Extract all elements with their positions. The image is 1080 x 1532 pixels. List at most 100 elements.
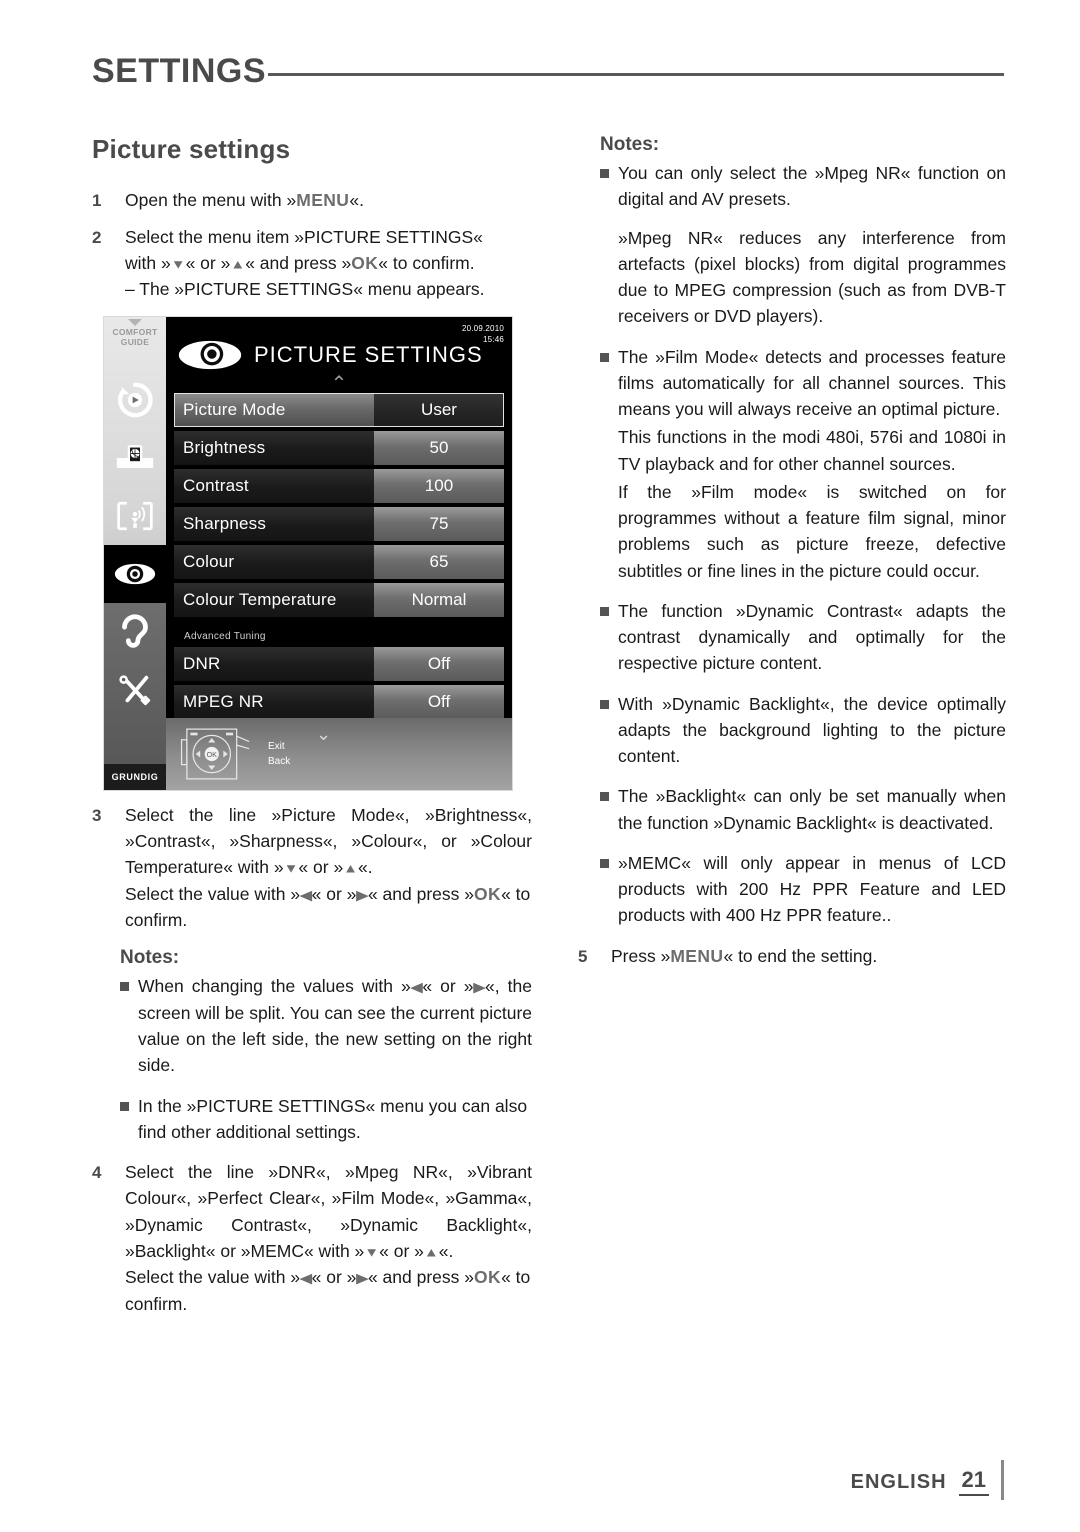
notes-heading-left: Notes: bbox=[120, 947, 180, 969]
menu-row-label: Brightness bbox=[174, 430, 374, 465]
menu-row-label: Colour Temperature bbox=[174, 582, 374, 617]
tv-menu-panel: 20.09.2010 15:46 PICTURE SETTINGS ⌃ Pict… bbox=[166, 316, 512, 790]
menu-row-value: 75 bbox=[374, 506, 504, 541]
section-title: Picture settings bbox=[92, 134, 291, 164]
note-text: »MEMC« will only appear in menus of LCD … bbox=[618, 850, 1006, 929]
left-column: Picture settings 1 Open the menu with »M… bbox=[92, 134, 532, 1327]
bullet-square-icon bbox=[600, 691, 618, 770]
note-text: With »Dynamic Backlight«, the device opt… bbox=[618, 691, 1006, 770]
note-text: The »Backlight« can only be set manually… bbox=[618, 783, 1006, 836]
menu-row-value: User bbox=[374, 392, 504, 427]
tv-footer-labels: Exit Back bbox=[268, 739, 290, 769]
step4-l2a: Select the value with » bbox=[125, 1267, 301, 1288]
menu-row-colour-temperature[interactable]: Colour Temperature Normal bbox=[174, 582, 504, 617]
menu-key-label: MENU bbox=[296, 190, 350, 210]
arrow-left-icon: ◀ bbox=[300, 1271, 312, 1287]
step3-line2: Select the value with »◀« or »▶« and pre… bbox=[125, 881, 532, 934]
rnote2-p3: If the »Film mode« is switched on for pr… bbox=[618, 481, 1006, 581]
rnote3-p1: The function »Dynamic Contrast« adapts t… bbox=[618, 600, 1006, 674]
bullet-square-icon bbox=[120, 973, 138, 1078]
exit-label: Exit bbox=[268, 740, 285, 752]
menu-row-sharpness[interactable]: Sharpness 75 bbox=[174, 506, 504, 541]
tv-menu-title: PICTURE SETTINGS bbox=[254, 341, 483, 367]
step2-l2b: « or » bbox=[185, 252, 231, 273]
step4-l1c: «. bbox=[438, 1240, 454, 1261]
menu-row-label: MPEG NR bbox=[174, 684, 374, 719]
rnote1-p2: »Mpeg NR« reduces any interference from … bbox=[618, 227, 1006, 327]
comfort-line-2: GUIDE bbox=[120, 336, 150, 347]
menu-row-dnr[interactable]: DNR Off bbox=[174, 646, 504, 681]
note-text: The »Film Mode« detects and processes fe… bbox=[618, 344, 1006, 584]
step-text: Select the menu item »PICTURE SETTINGS« … bbox=[125, 224, 532, 303]
page-title: SETTINGS bbox=[92, 52, 267, 90]
note1-b: « or » bbox=[422, 976, 474, 997]
note2-text: In the »PICTURE SETTINGS« menu you can a… bbox=[138, 1095, 528, 1142]
rnote5-p1: The »Backlight« can only be set manually… bbox=[618, 786, 1006, 833]
right-column: Notes: You can only select the »Mpeg NR«… bbox=[578, 134, 1006, 979]
arrow-up-icon: ▲ bbox=[343, 861, 359, 876]
arrow-right-icon: ▶ bbox=[356, 887, 368, 903]
back-label: Back bbox=[268, 755, 291, 767]
step4-l1b: « or » bbox=[379, 1240, 424, 1261]
menu-row-value: Off bbox=[374, 684, 504, 719]
menu-row-mpeg-nr[interactable]: MPEG NR Off bbox=[174, 684, 504, 719]
tv-date: 20.09.2010 bbox=[461, 323, 504, 333]
note-item: When changing the values with »◀« or »▶«… bbox=[92, 973, 532, 1078]
menu-row-label: Colour bbox=[174, 544, 374, 579]
tools-settings-icon[interactable] bbox=[104, 661, 166, 719]
menu-row-value: 100 bbox=[374, 468, 504, 503]
grundig-logo: GRUNDIG bbox=[104, 763, 166, 790]
ok-key-label: OK bbox=[474, 1267, 502, 1288]
media-playback-icon[interactable] bbox=[104, 371, 166, 429]
page-number: 21 bbox=[958, 1467, 989, 1496]
step-text: Press »MENU« to end the setting. bbox=[611, 943, 1006, 970]
note-text: In the »PICTURE SETTINGS« menu you can a… bbox=[138, 1093, 532, 1146]
picture-eye-icon[interactable] bbox=[104, 544, 166, 603]
step-5: 5 Press »MENU« to end the setting. bbox=[578, 943, 1006, 970]
arrow-left-icon: ◀ bbox=[410, 980, 423, 996]
note1-text: When changing the values with »◀« or »▶«… bbox=[138, 973, 532, 1078]
step4-line2: Select the value with »◀« or »▶« and pre… bbox=[125, 1264, 532, 1317]
menu-row-value: 50 bbox=[374, 430, 504, 465]
step5-text-b: « to end the setting. bbox=[723, 945, 878, 966]
tv-menu-screenshot: COMFORT GUIDE GRUNDIG 20.09.2010 15:46 P… bbox=[104, 316, 512, 790]
network-streaming-icon[interactable] bbox=[104, 487, 166, 545]
tv-menu-footer: OK Exit Back ⌄ bbox=[166, 717, 512, 790]
step-text: Select the line »DNR«, »Mpeg NR«, »Vibra… bbox=[125, 1159, 532, 1317]
menu-row-picture-mode[interactable]: Picture Mode User bbox=[174, 392, 504, 427]
note-item: The function »Dynamic Contrast« adapts t… bbox=[578, 598, 1006, 677]
scroll-down-icon[interactable]: ⌄ bbox=[316, 724, 331, 745]
note-item: You can only select the »Mpeg NR« functi… bbox=[578, 160, 1006, 330]
notes-heading-right: Notes: bbox=[600, 134, 660, 155]
menu-row-brightness[interactable]: Brightness 50 bbox=[174, 430, 504, 465]
sound-ear-icon[interactable] bbox=[104, 603, 166, 661]
menu-row-value: Normal bbox=[374, 582, 504, 617]
step3-l1c: «. bbox=[358, 857, 373, 877]
header-divider bbox=[268, 73, 1004, 76]
arrow-right-icon: ▶ bbox=[356, 1271, 368, 1287]
step2-l2a: with » bbox=[125, 252, 171, 273]
scroll-up-icon[interactable]: ⌃ bbox=[166, 374, 512, 394]
arrow-up-icon: ▲ bbox=[230, 257, 246, 272]
svg-text:OK: OK bbox=[207, 751, 218, 759]
step4-l2c: « and press » bbox=[367, 1267, 474, 1288]
step-4: 4 Select the line »DNR«, »Mpeg NR«, »Vib… bbox=[92, 1159, 532, 1317]
tv-sidebar: COMFORT GUIDE GRUNDIG bbox=[104, 316, 166, 790]
note-text: The function »Dynamic Contrast« adapts t… bbox=[618, 598, 1006, 677]
step-number: 5 bbox=[578, 946, 588, 966]
menu-row-colour[interactable]: Colour 65 bbox=[174, 544, 504, 579]
step2-l2d: « to confirm. bbox=[378, 252, 475, 273]
bullet-square-icon bbox=[600, 598, 618, 677]
step-3: 3 Select the line »Picture Mode«, »Brigh… bbox=[92, 802, 532, 934]
menu-row-contrast[interactable]: Contrast 100 bbox=[174, 468, 504, 503]
rnote2-p1: The »Film Mode« detects and processes fe… bbox=[618, 346, 1006, 420]
tv-source-icon[interactable] bbox=[104, 429, 166, 487]
note-item: In the »PICTURE SETTINGS« menu you can a… bbox=[92, 1093, 532, 1146]
tv-sidebar-lower bbox=[104, 602, 166, 790]
step2-l2c: « and press » bbox=[245, 252, 352, 273]
step3-l2c: « and press » bbox=[367, 883, 474, 904]
step-number: 4 bbox=[92, 1163, 102, 1182]
menu-row-value: Off bbox=[374, 646, 504, 681]
tv-menu-rows: Picture Mode User Brightness 50 Contrast… bbox=[166, 392, 512, 719]
arrow-down-icon: ▼ bbox=[364, 1245, 380, 1260]
